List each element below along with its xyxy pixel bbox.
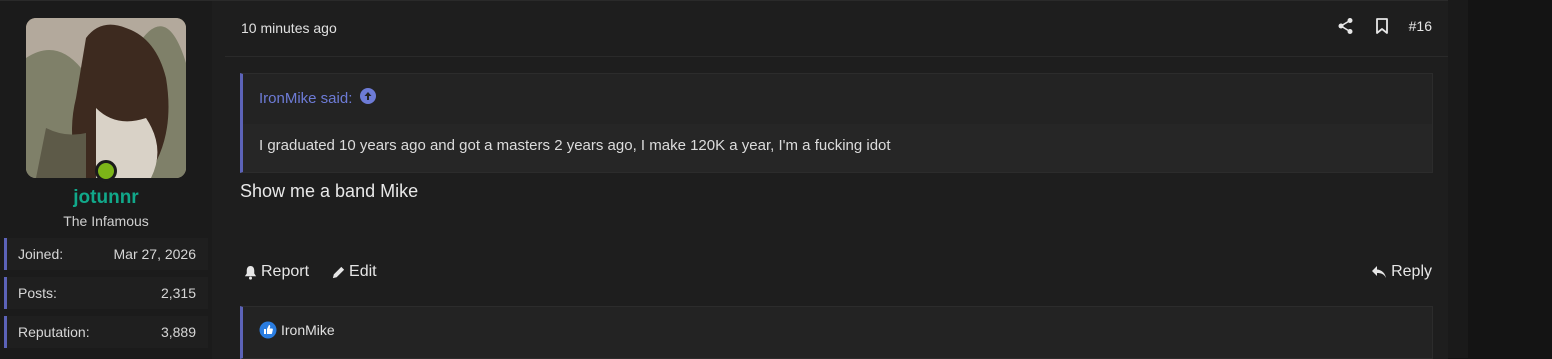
bookmark-icon[interactable]	[1373, 17, 1391, 35]
post-message: Show me a band Mike	[240, 181, 419, 201]
quote-block: IronMike said: I graduated 10 years ago …	[240, 73, 1433, 173]
edit-label: Edit	[349, 263, 377, 280]
post-number[interactable]: #16	[1409, 18, 1432, 34]
avatar-image	[26, 18, 186, 178]
post-time[interactable]: 10 minutes ago	[241, 20, 337, 36]
post-header-actions: #16	[1337, 17, 1432, 35]
quote-author[interactable]: IronMike said:	[259, 90, 352, 107]
reactions-bar: IronMike	[240, 306, 1433, 359]
reply-icon	[1372, 265, 1387, 278]
thumbs-up-icon	[259, 321, 277, 339]
reply-label: Reply	[1391, 263, 1432, 280]
stat-value: 3,889	[160, 324, 196, 340]
arrow-up-circle-icon[interactable]	[360, 88, 377, 108]
stat-label: Joined:	[18, 246, 64, 262]
post-main: 10 minutes ago #16 IronMike said: I grad…	[225, 1, 1448, 359]
username[interactable]: jotunnr	[0, 187, 212, 209]
quote-header[interactable]: IronMike said:	[259, 88, 377, 108]
stat-value: Mar 27, 2026	[113, 246, 197, 262]
reply-button[interactable]: Reply	[1371, 263, 1432, 281]
post-arrow	[212, 31, 224, 55]
quote-text: I graduated 10 years ago and got a maste…	[259, 137, 891, 154]
stat-value[interactable]: 2,315	[161, 285, 196, 301]
stat-label: Reputation:	[18, 324, 90, 340]
user-title: The Infamous	[63, 213, 149, 229]
page-gutter	[1448, 0, 1468, 358]
edit-button[interactable]: Edit	[331, 263, 377, 281]
stat-label: Posts:	[18, 285, 57, 301]
online-indicator	[95, 160, 117, 182]
header-divider	[225, 56, 1448, 57]
post-container: jotunnr The Infamous Joined: Mar 27, 202…	[0, 0, 1448, 359]
reaction-user[interactable]: IronMike	[281, 322, 335, 338]
reaction-summary[interactable]: IronMike	[259, 321, 335, 339]
stat-reputation: Reputation: 3,889	[4, 316, 208, 348]
quote-body: I graduated 10 years ago and got a maste…	[243, 124, 1432, 172]
stat-posts: Posts: 2,315	[4, 277, 208, 309]
pencil-icon	[332, 266, 345, 278]
post-footer-actions: Report Edit	[243, 263, 377, 281]
share-icon[interactable]	[1337, 17, 1355, 35]
user-column: jotunnr The Infamous Joined: Mar 27, 202…	[0, 1, 212, 359]
avatar[interactable]	[26, 18, 186, 178]
stat-joined: Joined: Mar 27, 2026	[4, 238, 208, 270]
report-button[interactable]: Report	[243, 263, 309, 281]
report-label: Report	[261, 263, 310, 280]
bell-icon	[244, 265, 257, 280]
